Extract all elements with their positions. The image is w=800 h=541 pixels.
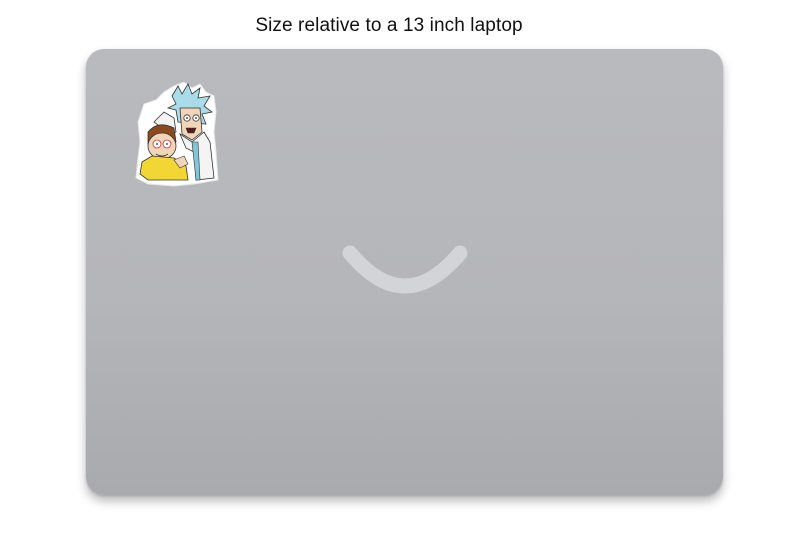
smile-logo-icon xyxy=(342,245,468,294)
size-caption: Size relative to a 13 inch laptop xyxy=(255,15,523,36)
laptop-lid xyxy=(86,49,723,495)
product-preview: Size relative to a 13 inch laptop xyxy=(0,0,800,541)
rick-and-morty-sticker-icon[interactable] xyxy=(134,82,220,188)
